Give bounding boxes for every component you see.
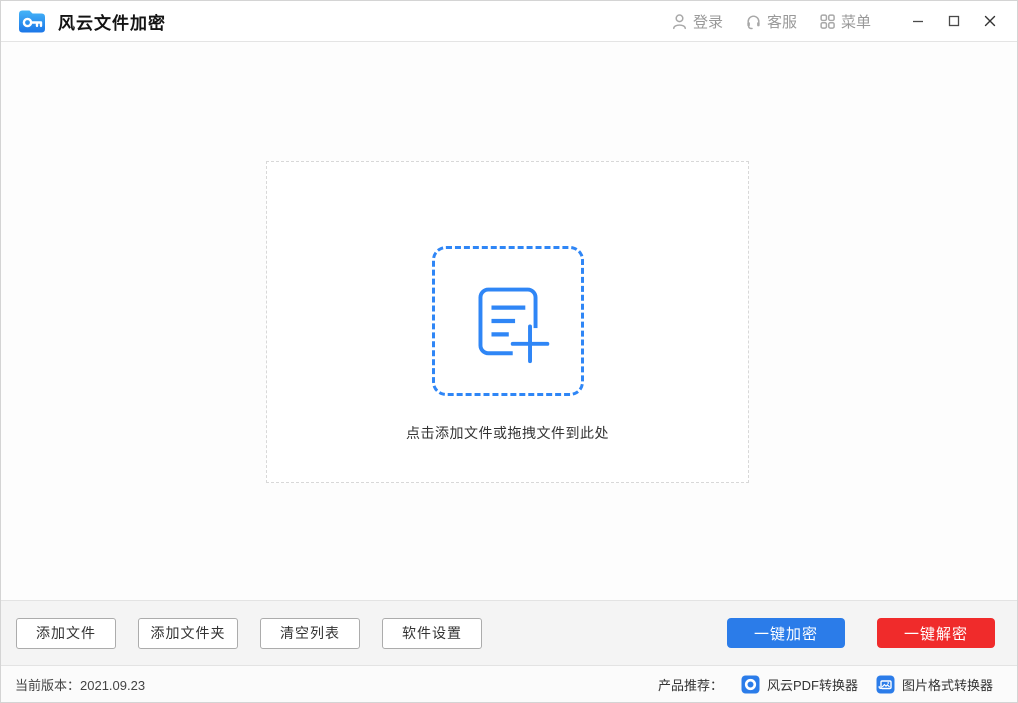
document-plus-icon [449,262,567,380]
product-label: 图片格式转换器 [902,675,993,694]
app-window: 风云文件加密 登录 客服 菜单 [0,0,1018,703]
grid-icon [819,13,836,30]
minimize-button[interactable] [903,7,933,35]
product-label: 风云PDF转换器 [767,675,858,694]
add-file-target[interactable] [432,246,584,396]
support-button[interactable]: 客服 [745,11,797,32]
drop-hint-text: 点击添加文件或拖拽文件到此处 [406,423,609,443]
maximize-button[interactable] [939,7,969,35]
encrypt-button[interactable]: 一键加密 [727,618,845,648]
ring-converter-icon [741,675,760,694]
bottom-toolbar: 添加文件 添加文件夹 清空列表 软件设置 一键加密 一键解密 [1,600,1017,666]
add-folder-button[interactable]: 添加文件夹 [138,618,238,649]
clear-list-button[interactable]: 清空列表 [260,618,360,649]
version-value: 2021.09.23 [80,678,145,693]
product-link-pdf-converter[interactable]: 风云PDF转换器 [741,675,858,694]
maximize-icon [947,14,961,28]
file-list-area: 点击添加文件或拖拽文件到此处 [1,42,1017,600]
login-button[interactable]: 登录 [671,11,723,32]
app-title: 风云文件加密 [58,9,166,34]
app-logo-folder-key-icon [17,8,47,34]
minimize-icon [911,14,925,28]
close-icon [983,14,997,28]
version-label: 当前版本： [15,678,80,693]
window-controls [897,7,1005,35]
drop-zone[interactable]: 点击添加文件或拖拽文件到此处 [266,161,749,483]
menu-label: 菜单 [841,11,871,32]
add-file-button[interactable]: 添加文件 [16,618,116,649]
support-label: 客服 [767,11,797,32]
close-button[interactable] [975,7,1005,35]
product-link-image-converter[interactable]: 图片格式转换器 [876,675,993,694]
person-icon [671,13,688,30]
decrypt-button[interactable]: 一键解密 [877,618,995,648]
title-bar: 风云文件加密 登录 客服 菜单 [1,1,1017,42]
login-label: 登录 [693,11,723,32]
image-converter-icon [876,675,895,694]
version-text: 当前版本：2021.09.23 [15,675,145,694]
recommend-label: 产品推荐： [658,675,723,694]
headset-icon [745,13,762,30]
status-bar: 当前版本：2021.09.23 产品推荐： 风云PDF转换器 图片格式转换器 [1,666,1017,702]
menu-button[interactable]: 菜单 [819,11,871,32]
settings-button[interactable]: 软件设置 [382,618,482,649]
